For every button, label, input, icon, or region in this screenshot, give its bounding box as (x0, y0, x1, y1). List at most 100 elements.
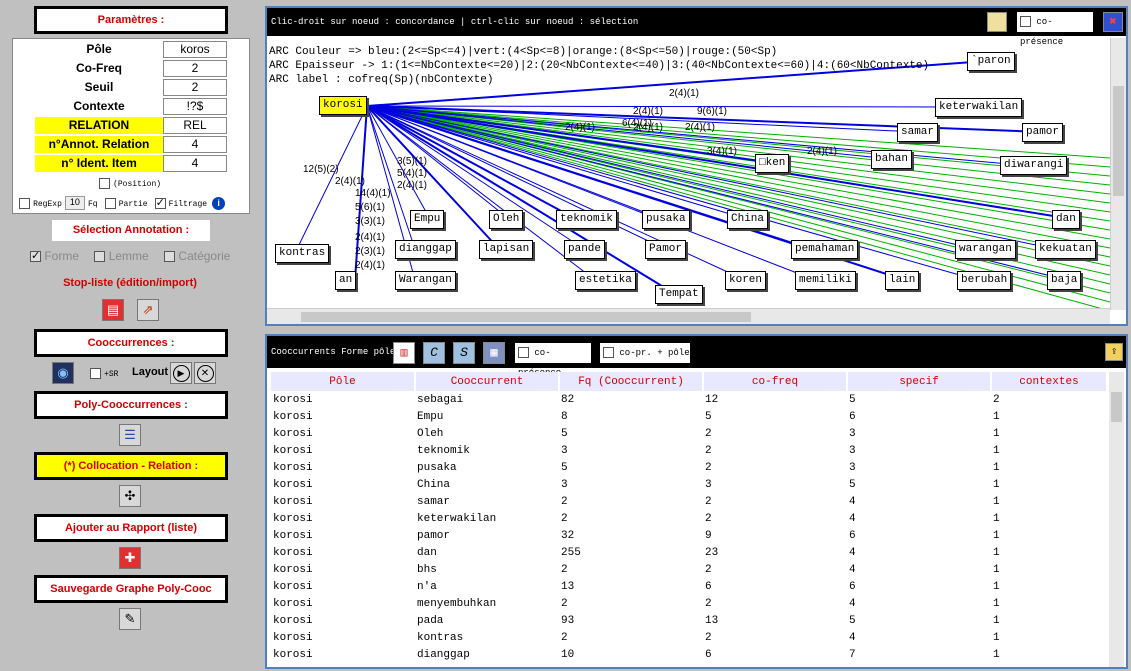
params-title: Paramètres : (34, 6, 228, 34)
graph-node[interactable]: lapisan (479, 240, 534, 259)
graph-hscroll-thumb[interactable] (301, 312, 751, 322)
col-header[interactable]: Fq (Cooccurrent) (559, 372, 704, 391)
table-row[interactable]: korosi pada 93 13 5 1 (271, 612, 1107, 629)
fq-input[interactable]: 10 (64, 196, 85, 210)
table-row[interactable]: korosi Empu 8 5 6 1 (271, 408, 1107, 425)
graph-node[interactable]: China (727, 210, 769, 229)
save-graph-button[interactable]: ✎ (119, 608, 141, 630)
table-row[interactable]: korosi n'a 13 6 6 1 (271, 578, 1107, 595)
col-header[interactable]: Cooccurrent (415, 372, 560, 391)
graph-node[interactable]: memiliki (795, 271, 856, 290)
position-checkbox[interactable] (99, 177, 110, 189)
table-row[interactable]: korosi China 3 3 5 1 (271, 476, 1107, 493)
graph-node-pole[interactable]: korosi (319, 96, 367, 115)
graph-horizontal-scrollbar[interactable] (267, 308, 1110, 324)
graph-color-icon[interactable]: ✖ (1103, 12, 1123, 32)
table-row[interactable]: korosi kontras 2 2 4 1 (271, 629, 1107, 646)
table-vertical-scrollbar[interactable] (1109, 372, 1124, 667)
graph-node[interactable]: koren (725, 271, 767, 290)
lemme-checkbox[interactable] (94, 251, 106, 263)
graph-node[interactable]: bahan (871, 150, 913, 169)
graph-node[interactable]: diwarangi (1000, 156, 1068, 175)
layout-play-button[interactable]: ▶ (170, 362, 192, 384)
table-row[interactable]: korosi dan 255 23 4 1 (271, 544, 1107, 561)
col-header[interactable]: co-freq (703, 372, 848, 391)
graph-node[interactable]: dan (1052, 210, 1080, 229)
c-icon[interactable]: C (423, 342, 445, 364)
table-row[interactable]: korosi menyembuhkan 2 2 4 1 (271, 595, 1107, 612)
info-icon[interactable]: i (212, 196, 226, 210)
sr-checkbox[interactable] (90, 367, 101, 379)
graph-vertical-scrollbar[interactable] (1110, 38, 1126, 310)
table-row[interactable]: korosi pamor 32 9 6 1 (271, 527, 1107, 544)
filtrage-checkbox[interactable] (154, 196, 166, 209)
table-row[interactable]: korosi samar 2 2 4 1 (271, 493, 1107, 510)
graph-node[interactable]: Pamor (645, 240, 687, 259)
graph-node[interactable]: pusaka (642, 210, 690, 229)
regexp-checkbox[interactable] (19, 197, 30, 209)
graph-node[interactable]: teknomik (556, 210, 617, 229)
collocation-button[interactable]: ✣ (119, 485, 141, 507)
table-row[interactable]: korosi Oleh 5 2 3 1 (271, 425, 1107, 442)
graph-node[interactable]: □ken (755, 154, 790, 173)
graph-node[interactable]: dianggap (395, 240, 456, 259)
add-rapport-button[interactable]: ✚ (119, 547, 141, 569)
grid-icon[interactable] (987, 12, 1007, 32)
pole-input[interactable]: koros (163, 41, 227, 58)
partie-checkbox[interactable] (104, 197, 116, 209)
graph-node[interactable]: pemahaman (791, 240, 859, 259)
graph-node[interactable]: `paron (967, 52, 1015, 71)
ident-item-input[interactable]: 4 (163, 155, 227, 172)
col-header[interactable]: specif (847, 372, 992, 391)
annot-relation-input[interactable]: 4 (163, 136, 227, 153)
table-row[interactable]: korosi pusaka 5 2 3 1 (271, 459, 1107, 476)
table-row[interactable]: korosi keterwakilan 2 2 4 1 (271, 510, 1107, 527)
seuil-input[interactable]: 2 (163, 79, 227, 96)
contexte-input[interactable]: !?$ (163, 98, 227, 115)
graph-node[interactable]: Empu (410, 210, 445, 229)
graph-node[interactable]: pande (564, 240, 606, 259)
chart-icon[interactable]: ▥ (393, 342, 415, 364)
table-row[interactable]: korosi teknomik 3 2 3 1 (271, 442, 1107, 459)
copr-pole-checkbox[interactable] (603, 347, 614, 359)
copr-pole-toggle[interactable]: co-pr. + pôle (600, 343, 690, 363)
table-vscroll-thumb[interactable] (1111, 392, 1122, 422)
graph-node[interactable]: baja (1047, 271, 1082, 290)
graph-node[interactable]: an (335, 271, 357, 290)
col-header[interactable]: Pôle (271, 372, 416, 391)
cofreq-input[interactable]: 2 (163, 60, 227, 77)
table-icon[interactable]: ▦ (483, 342, 505, 364)
graph-node[interactable]: Oleh (489, 210, 524, 229)
export-icon[interactable]: ⇪ (1105, 343, 1123, 361)
graph-node[interactable]: kekuatan (1035, 240, 1096, 259)
graph-node[interactable]: warangan (955, 240, 1016, 259)
graph-node[interactable]: berubah (957, 271, 1012, 290)
graph-copresence-checkbox[interactable] (1020, 16, 1031, 28)
graph-copresence-toggle[interactable]: co-présence (1017, 12, 1093, 47)
col-header[interactable]: contextes (991, 372, 1108, 391)
table-row[interactable]: korosi sebagai 82 12 5 2 (271, 391, 1107, 408)
graph-vscroll-thumb[interactable] (1113, 86, 1124, 196)
graph-canvas[interactable]: ARC Couleur => bleu:(2<=Sp<=4)|vert:(4<S… (267, 38, 1110, 310)
forme-checkbox[interactable] (30, 249, 41, 263)
s-icon[interactable]: S (453, 342, 475, 364)
layout-stop-button[interactable]: ✕ (194, 362, 216, 384)
graph-node[interactable]: Warangan (395, 271, 456, 290)
table-copresence-toggle[interactable]: co-présence (515, 343, 591, 378)
table-copresence-checkbox[interactable] (518, 347, 529, 359)
stoplist-edit-button[interactable]: ▤ (102, 299, 124, 321)
cooc-run-button[interactable]: ◉ (52, 362, 74, 384)
graph-node[interactable]: lain (885, 271, 920, 290)
graph-node[interactable]: estetika (575, 271, 636, 290)
graph-node[interactable]: samar (897, 123, 939, 142)
table-row[interactable]: korosi bhs 2 2 4 1 (271, 561, 1107, 578)
categorie-checkbox[interactable] (164, 251, 176, 263)
polycooc-button[interactable]: ☰ (119, 424, 141, 446)
stoplist-import-button[interactable]: ⇗ (137, 299, 159, 321)
relation-input[interactable]: REL (163, 117, 227, 134)
table-row[interactable]: korosi dianggap 10 6 7 1 (271, 646, 1107, 663)
graph-node[interactable]: keterwakilan (935, 98, 1023, 117)
graph-node[interactable]: kontras (275, 244, 330, 263)
graph-node[interactable]: pamor (1022, 123, 1064, 142)
graph-node[interactable]: Tempat (655, 285, 703, 304)
